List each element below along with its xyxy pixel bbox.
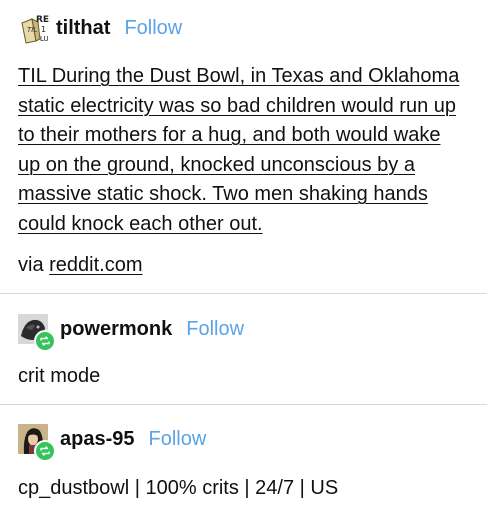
username-tilthat[interactable]: tilthat (56, 17, 110, 40)
follow-button-apas-95[interactable]: Follow (149, 428, 207, 451)
body-line[interactable]: massive static shock. Two men shaking ha… (18, 180, 478, 210)
character-portrait-avatar-icon[interactable] (18, 424, 56, 462)
body-line[interactable]: TIL During the Dust Bowl, in Texas and O… (18, 62, 478, 92)
post-header-tilthat: TIL REI 1 LU tilthat Follow (18, 13, 182, 45)
post-header-powermonk: powermonk Follow (18, 314, 244, 352)
body-line[interactable]: to their mothers for a hug, and both wou… (18, 121, 478, 151)
reblog-icon (34, 330, 56, 352)
dark-creature-avatar-icon[interactable] (18, 314, 56, 352)
svg-text:REI: REI (36, 15, 50, 25)
follow-button-powermonk[interactable]: Follow (186, 318, 244, 341)
svg-text:TIL: TIL (27, 26, 37, 34)
svg-text:1: 1 (41, 25, 46, 34)
body-line[interactable]: static electricity was so bad children w… (18, 92, 478, 122)
post-body-powermonk: crit mode (18, 365, 101, 387)
follow-button-tilthat[interactable]: Follow (124, 17, 182, 40)
via-link[interactable]: reddit.com (49, 254, 142, 276)
post-body-tilthat: TIL During the Dust Bowl, in Texas and O… (18, 62, 478, 239)
post-header-apas-95: apas-95 Follow (18, 424, 207, 462)
post-body-apas-95: cp_dustbowl | 100% crits | 24/7 | US (18, 477, 339, 499)
til-logo-icon[interactable]: TIL REI 1 LU (18, 13, 52, 45)
via-prefix: via (18, 254, 44, 276)
username-powermonk[interactable]: powermonk (60, 318, 172, 341)
post-divider (0, 404, 487, 405)
body-line[interactable]: up on the ground, knocked unconscious by… (18, 151, 478, 181)
reblog-icon (34, 440, 56, 462)
post-divider (0, 293, 487, 294)
svg-text:LU: LU (40, 35, 49, 43)
body-line[interactable]: could knock each other out. (18, 210, 478, 240)
username-apas-95[interactable]: apas-95 (60, 428, 135, 451)
via-source: via reddit.com (18, 251, 143, 281)
